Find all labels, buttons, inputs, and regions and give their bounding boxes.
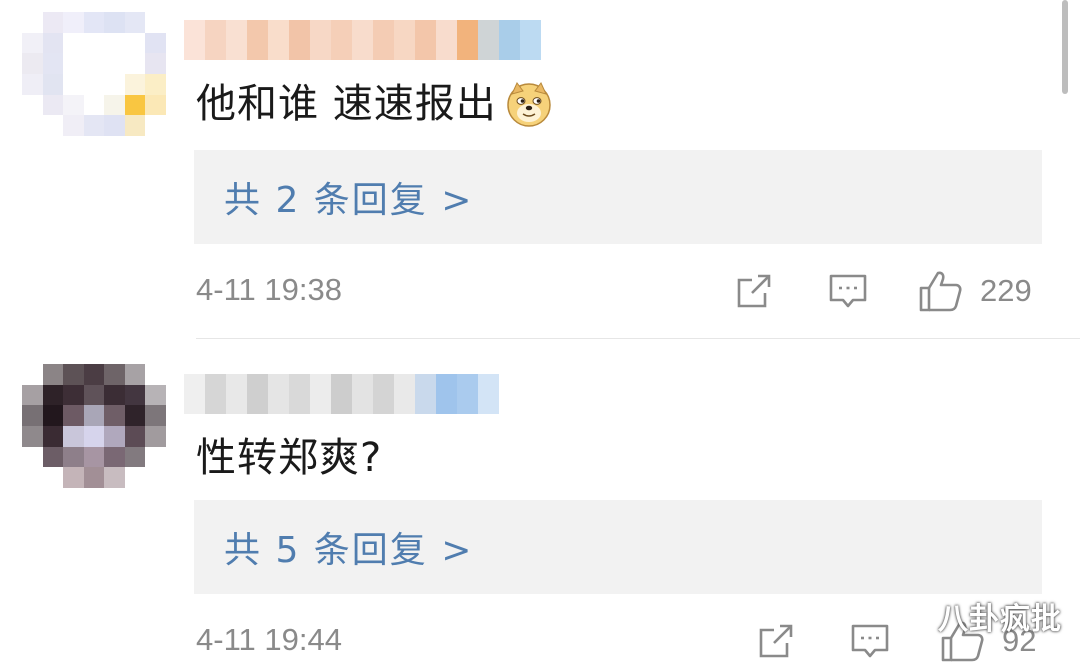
view-replies-button[interactable]: 共 5 条回复 > bbox=[194, 500, 1042, 594]
comment-item: 性转郑爽? 共 5 条回复 > 4-11 19:44 92 bbox=[0, 340, 1080, 662]
comment-text: 他和谁 速速报出 bbox=[196, 78, 553, 130]
comment-meta: 4-11 19:44 92 bbox=[196, 616, 1046, 666]
view-replies-button[interactable]: 共 2 条回复 > bbox=[194, 150, 1042, 244]
comment-meta: 4-11 19:38 229 bbox=[196, 266, 1046, 316]
username[interactable] bbox=[184, 20, 541, 60]
comment-button[interactable] bbox=[828, 266, 868, 316]
view-replies-label: 共 5 条回复 > bbox=[224, 530, 474, 571]
share-button[interactable] bbox=[734, 266, 774, 316]
comment-text: 性转郑爽? bbox=[196, 432, 382, 484]
comment-text-label: 他和谁 速速报出 bbox=[196, 81, 497, 127]
share-icon bbox=[759, 624, 793, 658]
share-icon bbox=[737, 274, 771, 308]
watermark: 八卦疯批 bbox=[938, 602, 1062, 637]
thumbs-up-icon bbox=[919, 271, 962, 312]
timestamp: 4-11 19:38 bbox=[196, 272, 342, 307]
like-count: 229 bbox=[980, 273, 1032, 308]
share-button[interactable] bbox=[756, 616, 796, 666]
divider bbox=[196, 338, 1080, 339]
timestamp: 4-11 19:44 bbox=[196, 622, 342, 657]
username[interactable] bbox=[184, 374, 499, 414]
view-replies-label: 共 2 条回复 > bbox=[224, 180, 474, 221]
doge-emoji-icon bbox=[505, 80, 553, 128]
like-button[interactable]: 229 bbox=[918, 266, 1032, 316]
avatar[interactable] bbox=[22, 12, 166, 136]
comment-button[interactable] bbox=[850, 616, 890, 666]
comment-icon bbox=[829, 274, 867, 308]
comment-text-label: 性转郑爽? bbox=[196, 435, 383, 481]
comment-item: 他和谁 速速报出 共 2 条回复 > 4-11 19:38 229 bbox=[0, 0, 1080, 340]
avatar[interactable] bbox=[22, 364, 166, 488]
comment-icon bbox=[851, 624, 889, 658]
